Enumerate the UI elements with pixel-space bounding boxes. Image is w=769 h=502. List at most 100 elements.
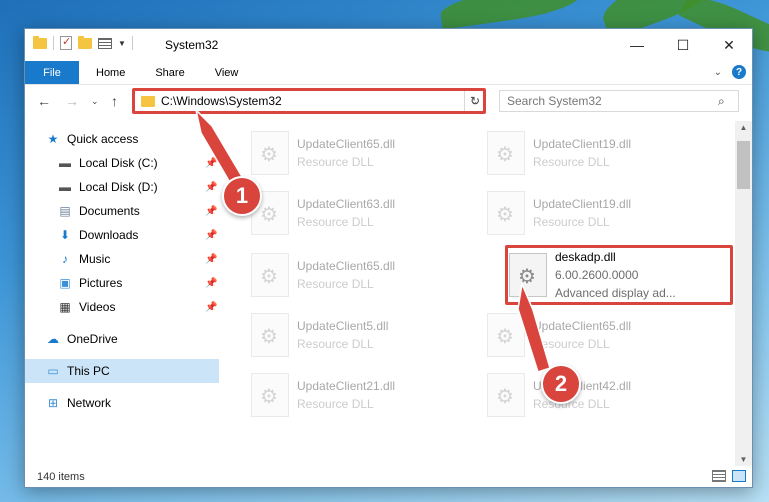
- navigation-bar: ← → ⌄ ↑ C:\Windows\System32 ⌄ ↻ Search S…: [25, 85, 752, 117]
- sidebar-item-label: Quick access: [67, 132, 139, 146]
- palm-leaf: [438, 0, 582, 30]
- list-item[interactable]: UpdateClient5.dll Resource DLL: [251, 311, 471, 359]
- sidebar-item-documents[interactable]: ▤ Documents 📌: [25, 199, 219, 223]
- tab-home[interactable]: Home: [83, 61, 138, 84]
- sidebar-item-pictures[interactable]: ▣ Pictures 📌: [25, 271, 219, 295]
- sidebar-item-onedrive[interactable]: ☁ OneDrive: [25, 327, 219, 351]
- address-highlight-box: [132, 88, 486, 114]
- maximize-button[interactable]: ☐: [660, 29, 706, 61]
- minimize-button[interactable]: —: [614, 29, 660, 61]
- sidebar-item-label: Downloads: [79, 228, 139, 242]
- file-type: Resource DLL: [297, 337, 374, 351]
- file-name: UpdateClient63.dll: [297, 197, 396, 211]
- list-item[interactable]: UpdateClient63.dll Resource DLL: [251, 189, 471, 237]
- forward-arrow-icon[interactable]: →: [65, 93, 79, 109]
- vertical-scrollbar[interactable]: ▲ ▼: [735, 121, 752, 466]
- pin-icon: 📌: [205, 253, 218, 265]
- recent-locations-chevron-icon[interactable]: ⌄: [91, 96, 99, 107]
- list-item[interactable]: UpdateClient65.dll Resource DLL: [251, 251, 471, 299]
- dll-file-icon: [487, 131, 525, 175]
- drive-icon: ▬: [59, 180, 71, 194]
- list-item[interactable]: UpdateClient21.dll Resource DLL: [251, 371, 471, 419]
- dll-file-icon: [251, 313, 289, 357]
- sidebar-item-music[interactable]: ♪ Music 📌: [25, 247, 219, 271]
- file-name: UpdateClient5.dll: [297, 319, 389, 333]
- scrollbar-thumb[interactable]: [737, 141, 750, 189]
- videos-icon: ▦: [59, 300, 71, 314]
- pin-icon: 📌: [205, 157, 218, 169]
- close-button[interactable]: ✕: [706, 29, 752, 61]
- list-item[interactable]: UpdateClient65.dll Resource DLL: [251, 129, 471, 177]
- window-controls: — ☐ ✕: [614, 29, 752, 61]
- sidebar-item-label: This PC: [67, 364, 110, 378]
- dll-file-icon: [251, 373, 289, 417]
- tab-share[interactable]: Share: [142, 61, 197, 84]
- list-item[interactable]: UpdateClient65.dll Resource DLL: [487, 311, 707, 359]
- customize-toolbar-dropdown-icon[interactable]: ▼: [118, 39, 126, 48]
- file-name: UpdateClient19.dll: [533, 197, 632, 211]
- explorer-window: ▼ System32 — ☐ ✕ File Home Share View ⌄ …: [24, 28, 753, 488]
- sidebar-item-label: OneDrive: [67, 332, 118, 346]
- sidebar-item-downloads[interactable]: ⬇ Downloads 📌: [25, 223, 219, 247]
- folder-icon: [33, 35, 47, 49]
- file-highlight-box: [505, 245, 733, 305]
- sidebar-item-local-disk-c[interactable]: ▬ Local Disk (C:) 📌: [25, 151, 219, 175]
- list-item[interactable]: UpdateClient42.dllResource DLL: [487, 371, 707, 419]
- scroll-up-arrow-icon[interactable]: ▲: [735, 123, 752, 132]
- new-folder-icon[interactable]: [78, 35, 92, 49]
- file-type: Resource DLL: [297, 215, 374, 229]
- up-arrow-icon[interactable]: ↑: [111, 93, 118, 109]
- search-box[interactable]: Search System32 ⌕: [499, 90, 739, 112]
- sidebar-item-local-disk-d[interactable]: ▬ Local Disk (D:) 📌: [25, 175, 219, 199]
- search-input[interactable]: Search System32: [507, 94, 718, 108]
- file-name: UpdateClient65.dll: [297, 259, 396, 273]
- scroll-down-arrow-icon[interactable]: ▼: [735, 455, 752, 464]
- file-type: Resource DLL: [297, 277, 374, 291]
- sidebar-item-videos[interactable]: ▦ Videos 📌: [25, 295, 219, 319]
- sidebar-item-this-pc[interactable]: ▭ This PC: [25, 359, 219, 383]
- ribbon-tabs: File Home Share View ⌄ ?: [25, 61, 752, 85]
- sidebar-item-label: Documents: [79, 204, 140, 218]
- search-icon[interactable]: ⌕: [718, 94, 738, 109]
- view-icon[interactable]: [98, 37, 112, 49]
- sidebar-item-label: Local Disk (C:): [79, 156, 158, 170]
- view-switcher: [712, 470, 746, 482]
- toolbar-divider: [131, 36, 133, 50]
- file-list: UpdateClient65.dll Resource DLL UpdateCli…: [241, 121, 733, 466]
- sidebar-item-network[interactable]: ⊞ Network: [25, 391, 219, 415]
- status-bar: 140 items: [25, 466, 752, 487]
- file-name: UpdateClient65.dll: [533, 319, 632, 333]
- details-view-icon[interactable]: [712, 470, 726, 482]
- toolbar-divider: [53, 36, 54, 50]
- properties-icon[interactable]: [60, 35, 72, 50]
- title-bar: ▼ System32 — ☐ ✕: [25, 29, 752, 61]
- tab-view[interactable]: View: [202, 61, 252, 84]
- dll-file-icon: [487, 191, 525, 235]
- step-2-badge: 2: [541, 364, 581, 404]
- file-type: Resource DLL: [297, 397, 374, 411]
- download-icon: ⬇: [59, 228, 71, 242]
- documents-icon: ▤: [59, 204, 71, 218]
- sidebar-item-quick-access[interactable]: ★ Quick access: [25, 127, 219, 151]
- sidebar-item-label: Network: [67, 396, 112, 410]
- list-item[interactable]: UpdateClient19.dll Resource DLL: [487, 189, 707, 237]
- expand-ribbon-chevron-icon[interactable]: ⌄: [714, 67, 722, 78]
- file-type: Resource DLL: [533, 215, 610, 229]
- computer-icon: ▭: [47, 364, 59, 378]
- tiles-view-icon[interactable]: [732, 470, 746, 482]
- back-arrow-icon[interactable]: ←: [37, 93, 51, 109]
- sidebar-item-label: Pictures: [79, 276, 123, 290]
- dll-file-icon: [487, 373, 525, 417]
- help-icon[interactable]: ?: [732, 65, 746, 79]
- sidebar-item-label: Videos: [79, 300, 116, 314]
- pin-icon: 📌: [205, 181, 218, 193]
- file-name: UpdateClient19.dll: [533, 137, 632, 151]
- cloud-icon: ☁: [47, 332, 59, 346]
- tab-file[interactable]: File: [25, 61, 79, 84]
- file-name: UpdateClient65.dll: [297, 137, 396, 151]
- file-type: Resource DLL: [297, 155, 374, 169]
- pin-icon: 📌: [205, 301, 218, 313]
- step-1-badge: 1: [222, 176, 262, 216]
- list-item[interactable]: UpdateClient19.dll Resource DLL: [487, 129, 707, 177]
- file-type: Resource DLL: [533, 337, 610, 351]
